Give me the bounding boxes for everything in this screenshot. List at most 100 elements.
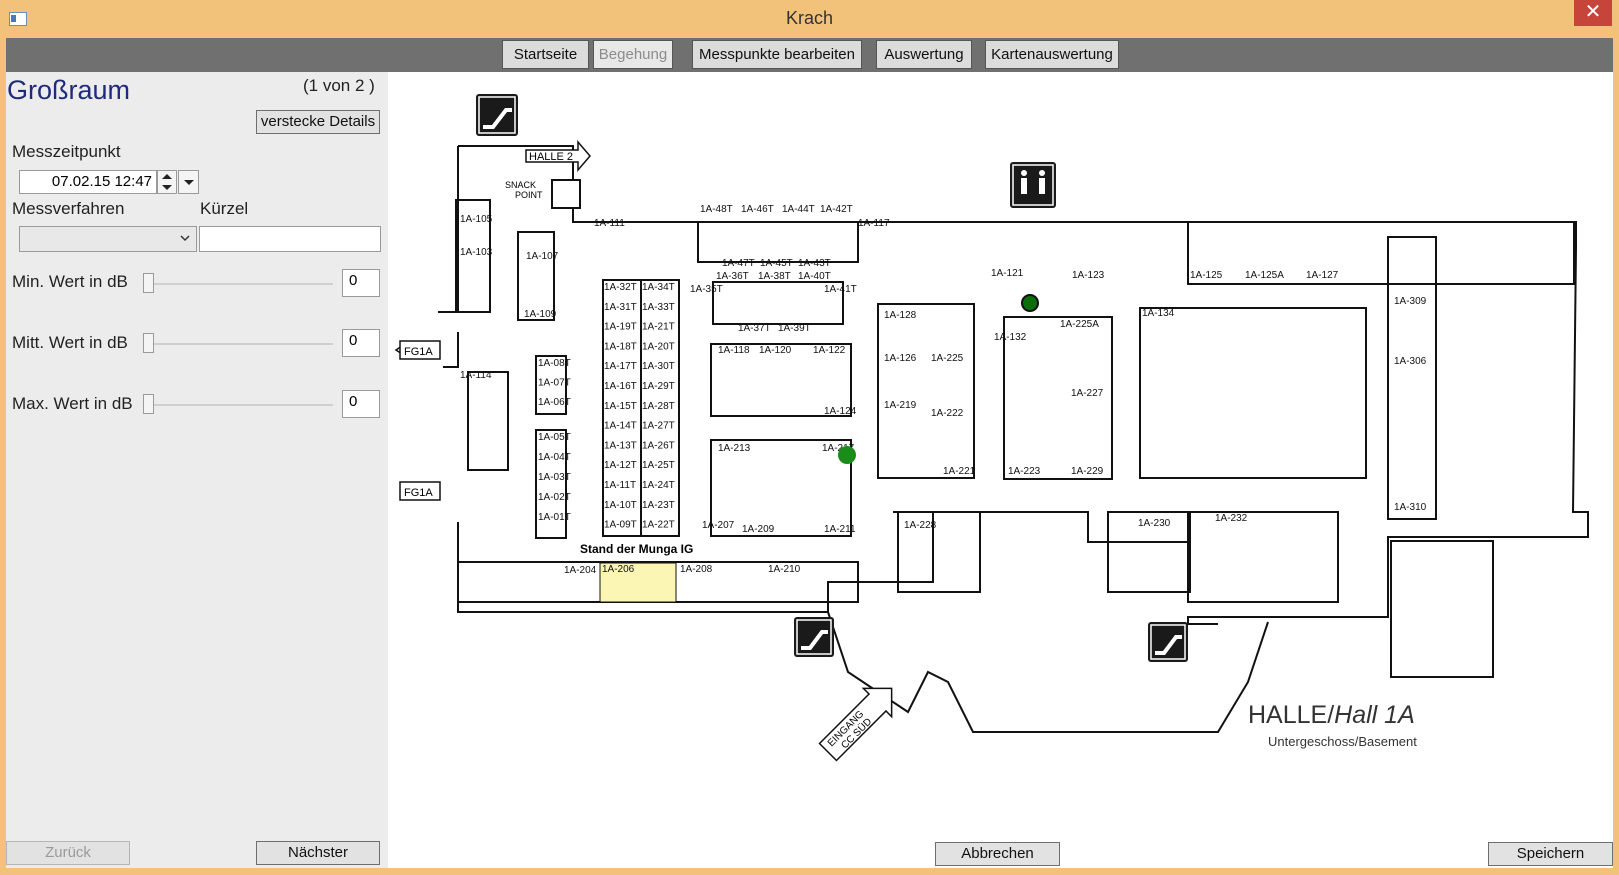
hall-subtitle: Untergeschoss/Basement <box>1268 734 1417 749</box>
room-label: 1A-46T <box>741 204 774 215</box>
kuerzel-input[interactable] <box>199 226 381 252</box>
room-label: 1A-42T <box>820 204 853 215</box>
hide-details-button[interactable]: verstecke Details <box>256 110 380 134</box>
entrance-wall <box>827 611 1269 733</box>
booth-label: 1A-23T <box>642 500 675 511</box>
mitt-value-input[interactable]: 0 <box>342 329 380 357</box>
min-slider-thumb[interactable] <box>143 273 154 293</box>
cancel-button[interactable]: Abbrechen <box>935 842 1060 866</box>
stand-label: Stand der Munga IG <box>580 542 693 556</box>
room-label: 1A-213 <box>718 443 751 454</box>
booths-small: 1A-08T 1A-07T 1A-06T 1A-05T 1A-04T 1A-03T 1A-0… <box>538 358 571 523</box>
max-slider-thumb[interactable] <box>143 394 154 414</box>
room-label: 1A-109 <box>524 309 557 320</box>
booth-label: 1A-15T <box>604 401 637 412</box>
tab-bar: Startseite Begehung Messpunkte bearbeite… <box>6 38 1613 72</box>
room-label: 1A-123 <box>1072 270 1105 281</box>
room-label: 1A-114 <box>460 370 492 381</box>
escalator-icon <box>794 617 834 657</box>
mitt-slider-thumb[interactable] <box>143 333 154 353</box>
room-label: 1A-225 <box>931 353 964 364</box>
booth-label: 1A-26T <box>642 440 675 451</box>
escalator-icon <box>1148 622 1188 662</box>
room-232-outline <box>1187 511 1339 603</box>
back-button[interactable]: Zurück <box>6 841 130 865</box>
room-label: 1A-43T <box>798 258 831 269</box>
close-button[interactable]: ✕ <box>1574 0 1612 26</box>
spinner-icon[interactable] <box>157 170 177 194</box>
fg1a-top-label: FG1A <box>404 346 433 358</box>
room-label: 1A-132 <box>994 332 1027 343</box>
room-label: 1A-227 <box>1071 388 1104 399</box>
booths-left: 1A-32T 1A-31T 1A-19T 1A-18T 1A-17T 1A-16T 1A-1… <box>604 282 637 531</box>
outer-wall-left-lower <box>443 332 459 368</box>
max-value-input[interactable]: 0 <box>342 390 380 418</box>
tab-messpunkte-bearbeiten[interactable]: Messpunkte bearbeiten <box>692 40 862 69</box>
room-label: 1A-222 <box>931 408 964 419</box>
room-label: 1A-204 <box>564 565 597 576</box>
room-label: 1A-126 <box>884 353 917 364</box>
messverfahren-label: Messverfahren <box>12 199 125 218</box>
booth-label: 1A-27T <box>642 421 675 432</box>
booth-label: 1A-14T <box>604 421 637 432</box>
booth-label: 1A-10T <box>604 500 637 511</box>
min-value-input[interactable]: 0 <box>342 269 380 297</box>
escalator-icon <box>476 94 518 136</box>
measurement-point[interactable] <box>838 446 856 464</box>
restroom-icon <box>1010 162 1056 208</box>
booth-label: 1A-28T <box>642 401 675 412</box>
room-label: 1A-125 <box>1190 270 1223 281</box>
mitt-value-label: Mitt. Wert in dB <box>12 333 128 352</box>
hall-title: HALLE/Hall 1A <box>1248 701 1415 729</box>
room-label: 1A-225A <box>1060 319 1099 330</box>
room-114-outline <box>467 371 509 471</box>
room-label: 1A-230 <box>1138 518 1171 529</box>
measurement-point-active[interactable] <box>1021 294 1039 312</box>
floor-plan-area[interactable]: 1A-105 1A-103 1A-107 1A-109 1A-111 1A-11… <box>388 72 1613 868</box>
room-label: 1A-134 <box>1142 308 1175 319</box>
room-label: 1A-122 <box>813 345 846 356</box>
kuerzel-label: Kürzel <box>200 199 249 218</box>
booth-label: 1A-16T <box>604 381 637 392</box>
room-label: 1A-219 <box>884 400 917 411</box>
messverfahren-select[interactable] <box>19 226 197 252</box>
tab-startseite[interactable]: Startseite <box>502 40 589 69</box>
room-label: 1A-124 <box>824 406 857 417</box>
snack-label-1: SNACK <box>505 180 536 190</box>
next-button[interactable]: Nächster <box>256 841 380 865</box>
mitt-slider-track <box>148 343 333 345</box>
room-label: 1A-228 <box>904 520 937 531</box>
tab-kartenauswertung[interactable]: Kartenauswertung <box>985 40 1119 69</box>
record-counter: (1 von 2 ) <box>303 76 375 95</box>
booth-label: 1A-34T <box>642 282 675 293</box>
booth-label: 1A-02T <box>538 492 571 503</box>
chevron-down-icon <box>180 235 190 242</box>
date-dropdown-button[interactable] <box>178 170 199 194</box>
room-label: 1A-128 <box>884 310 917 321</box>
room-label: 1A-107 <box>526 251 559 262</box>
booth-label: 1A-11T <box>604 480 636 491</box>
booth-label: 1A-01T <box>538 512 571 523</box>
room-label: 1A-41T <box>824 284 857 295</box>
tab-begehung[interactable]: Begehung <box>593 40 673 69</box>
booth-label: 1A-08T <box>538 358 571 369</box>
booth-label: 1A-05T <box>538 432 571 443</box>
tab-auswertung[interactable]: Auswertung <box>876 40 972 69</box>
messzeitpunkt-label: Messzeitpunkt <box>12 142 121 161</box>
room-label: 1A-103 <box>460 247 493 258</box>
panel-title: Großraum <box>7 75 131 105</box>
room-label: 1A-48T <box>700 204 733 215</box>
room-label: 1A-232 <box>1215 513 1248 524</box>
room-label: 1A-229 <box>1071 466 1104 477</box>
messzeitpunkt-input[interactable]: 07.02.15 12:47 <box>19 170 157 194</box>
row-48t-outline <box>697 221 859 263</box>
room-label: 1A-206 <box>602 564 635 575</box>
floor-plan-map[interactable]: 1A-105 1A-103 1A-107 1A-109 1A-111 1A-11… <box>388 72 1613 868</box>
booth-label: 1A-33T <box>642 302 675 313</box>
room-label: 1A-45T <box>760 258 793 269</box>
max-slider-track <box>148 404 333 406</box>
halle2-label: HALLE 2 <box>529 151 573 163</box>
save-button[interactable]: Speichern <box>1488 842 1613 866</box>
room-label: 1A-221 <box>943 466 976 477</box>
room-107-outline <box>517 231 555 321</box>
